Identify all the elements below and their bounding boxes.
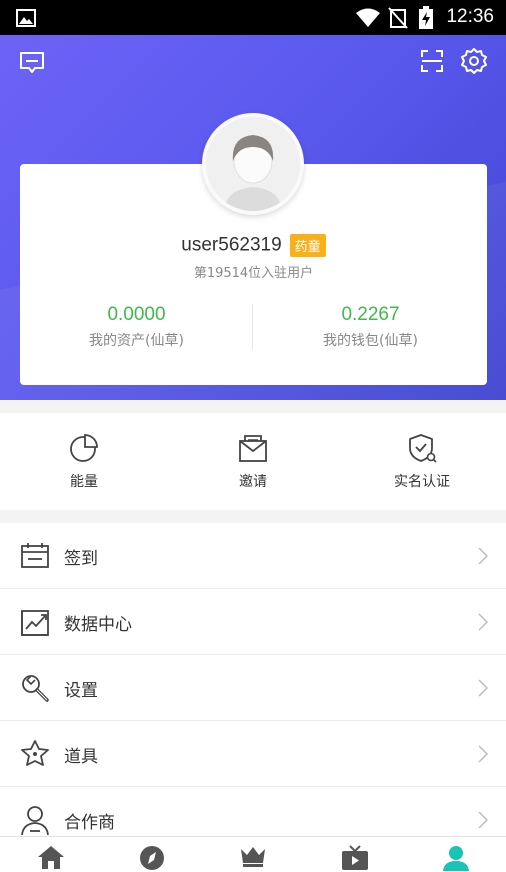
menu-item-partners[interactable]: 合作商 — [0, 787, 506, 836]
wallet-value: 0.2267 — [341, 304, 400, 325]
chevron-right-icon — [478, 745, 488, 763]
username-row: user562319 药童 — [20, 234, 487, 257]
star-icon — [21, 740, 49, 766]
quick-action-verify[interactable]: 实名认证 — [338, 413, 506, 510]
person-icon — [21, 806, 49, 835]
menu-item-label: 合作商 — [64, 813, 115, 833]
crown-icon[interactable] — [240, 845, 266, 867]
quick-action-label: 实名认证 — [394, 474, 450, 490]
compass-icon[interactable] — [139, 845, 165, 871]
quick-action-invite[interactable]: 邀请 — [169, 413, 337, 510]
wrench-icon — [22, 675, 49, 702]
scan-icon[interactable] — [420, 49, 444, 73]
menu-item-data-center[interactable]: 数据中心 — [0, 589, 506, 655]
chevron-right-icon — [478, 547, 488, 565]
calendar-icon — [21, 543, 49, 568]
menu-item-label: 签到 — [64, 549, 98, 569]
default-avatar-icon — [206, 117, 300, 211]
menu-item-props[interactable]: 道具 — [0, 721, 506, 787]
bottom-tab-bar — [0, 836, 506, 872]
quick-action-label: 能量 — [70, 474, 98, 490]
level-badge: 药童 — [289, 234, 326, 257]
username: user562319 — [181, 234, 282, 256]
pie-chart-icon — [70, 434, 98, 462]
wifi-icon — [356, 8, 380, 27]
wallet-stat[interactable]: 0.2267 我的钱包(仙草) — [254, 304, 487, 350]
home-icon[interactable] — [37, 845, 65, 869]
message-icon[interactable] — [19, 51, 45, 75]
assets-value: 0.0000 — [107, 304, 166, 325]
quick-actions: 能量 邀请 实名认证 — [0, 413, 506, 510]
member-rank-text: 第19514位入驻用户 — [193, 266, 314, 281]
stat-divider — [252, 304, 253, 350]
wallet-label: 我的钱包(仙草) — [323, 333, 418, 349]
settings-gear-icon[interactable] — [461, 48, 487, 74]
quick-action-label: 邀请 — [239, 474, 267, 490]
chevron-right-icon — [478, 613, 488, 631]
no-signal-icon — [388, 7, 408, 29]
quick-action-energy[interactable]: 能量 — [0, 413, 168, 510]
status-bar: 12:36 — [0, 0, 506, 35]
envelope-icon — [239, 435, 267, 462]
menu-item-label: 道具 — [64, 747, 98, 767]
avatar[interactable] — [202, 113, 304, 215]
menu-item-label: 数据中心 — [64, 615, 132, 635]
assets-label: 我的资产(仙草) — [89, 333, 184, 349]
status-time: 12:36 — [446, 6, 494, 27]
gallery-notification-icon — [16, 9, 36, 27]
shield-check-icon — [409, 434, 437, 463]
menu-item-label: 设置 — [64, 681, 98, 701]
menu-item-settings[interactable]: 设置 — [0, 655, 506, 721]
menu-list: 签到 数据中心 设置 道具 合作商 — [0, 523, 506, 836]
user-icon[interactable] — [442, 845, 470, 871]
chevron-right-icon — [478, 811, 488, 829]
battery-charging-icon — [419, 6, 433, 29]
chevron-right-icon — [478, 679, 488, 697]
assets-stat[interactable]: 0.0000 我的资产(仙草) — [20, 304, 253, 350]
menu-item-checkin[interactable]: 签到 — [0, 523, 506, 589]
trend-chart-icon — [21, 610, 49, 636]
tv-icon[interactable] — [341, 845, 369, 871]
